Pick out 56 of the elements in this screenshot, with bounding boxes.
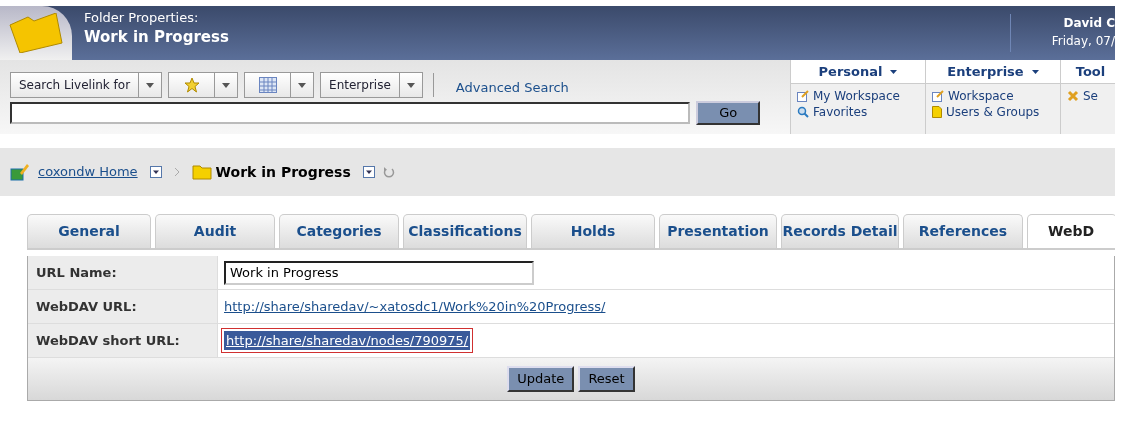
select-field[interactable] [168,72,239,98]
url-link[interactable]: http://share/sharedav/~xatosdc1/Work%20in%20Progress/ [224,296,606,317]
tab[interactable]: WebD [1027,214,1115,248]
dropdown-arrow-icon [890,69,898,74]
date-text: Friday, 07/ [1050,33,1115,50]
url-link[interactable]: http://share/sharedav/nodes/790975/ [224,330,471,351]
field-label: WebDAV URL: [28,290,218,323]
go-button[interactable]: Go [696,101,760,125]
menu-tab[interactable]: Personal [791,60,925,84]
page-title: Work in Progress [84,27,230,49]
select-field[interactable]: Enterprise [320,72,423,98]
menu-link[interactable]: Favorites [813,104,868,120]
dropdown-arrow-icon [406,82,415,88]
tab[interactable]: Holds [531,214,655,248]
select-field[interactable] [244,72,315,98]
calendar-icon [258,77,277,93]
edit-icon [932,90,944,102]
user-name: David C [1062,15,1115,32]
folder-icon [6,13,66,53]
menu-link[interactable]: Users & Groups [946,104,1040,120]
search-field[interactable] [10,102,691,124]
field-label: WebDAV short URL: [28,324,218,357]
select-field[interactable]: Search Livelink for [10,72,163,98]
dropdown-icon[interactable] [149,166,162,178]
home-link[interactable]: coxondw Home [38,162,138,182]
settings-icon [1067,90,1079,102]
tab[interactable]: References [903,214,1023,248]
text-field[interactable]: Work in Progress [224,260,534,285]
menu-tab[interactable]: Tool [1061,60,1115,84]
current-folder: Work in Progress [215,162,351,182]
dropdown-arrow-icon [1031,69,1039,74]
dropdown-icon[interactable] [362,166,375,178]
edit-icon [797,90,809,102]
star-icon [183,77,200,93]
dropdown-arrow-icon [222,82,231,88]
tab[interactable]: Classifications [403,214,527,248]
menu-link[interactable]: Workspace [948,88,1014,104]
home-icon [10,163,30,181]
menu-tab[interactable]: Enterprise [926,60,1060,84]
menu-link[interactable]: Se [1083,88,1098,104]
form-button[interactable]: Reset [578,366,635,392]
field-label: URL Name: [28,256,218,289]
document-icon [932,106,942,118]
tab[interactable]: Presentation [659,214,777,248]
dropdown-arrow-icon [298,82,307,88]
tab[interactable]: General [27,214,151,248]
tab[interactable]: Records Detail [781,214,899,248]
page-subtitle: Folder Properties: [84,10,200,27]
tab[interactable]: Categories [279,214,399,248]
magnifier-icon [797,106,809,118]
dropdown-arrow-icon [146,82,155,88]
menu-link[interactable]: My Workspace [813,88,900,104]
advanced-search-link[interactable]: Advanced Search [455,78,569,98]
form-button[interactable]: Update [507,366,575,392]
folder-icon [191,164,212,180]
tab[interactable]: Audit [155,214,275,248]
